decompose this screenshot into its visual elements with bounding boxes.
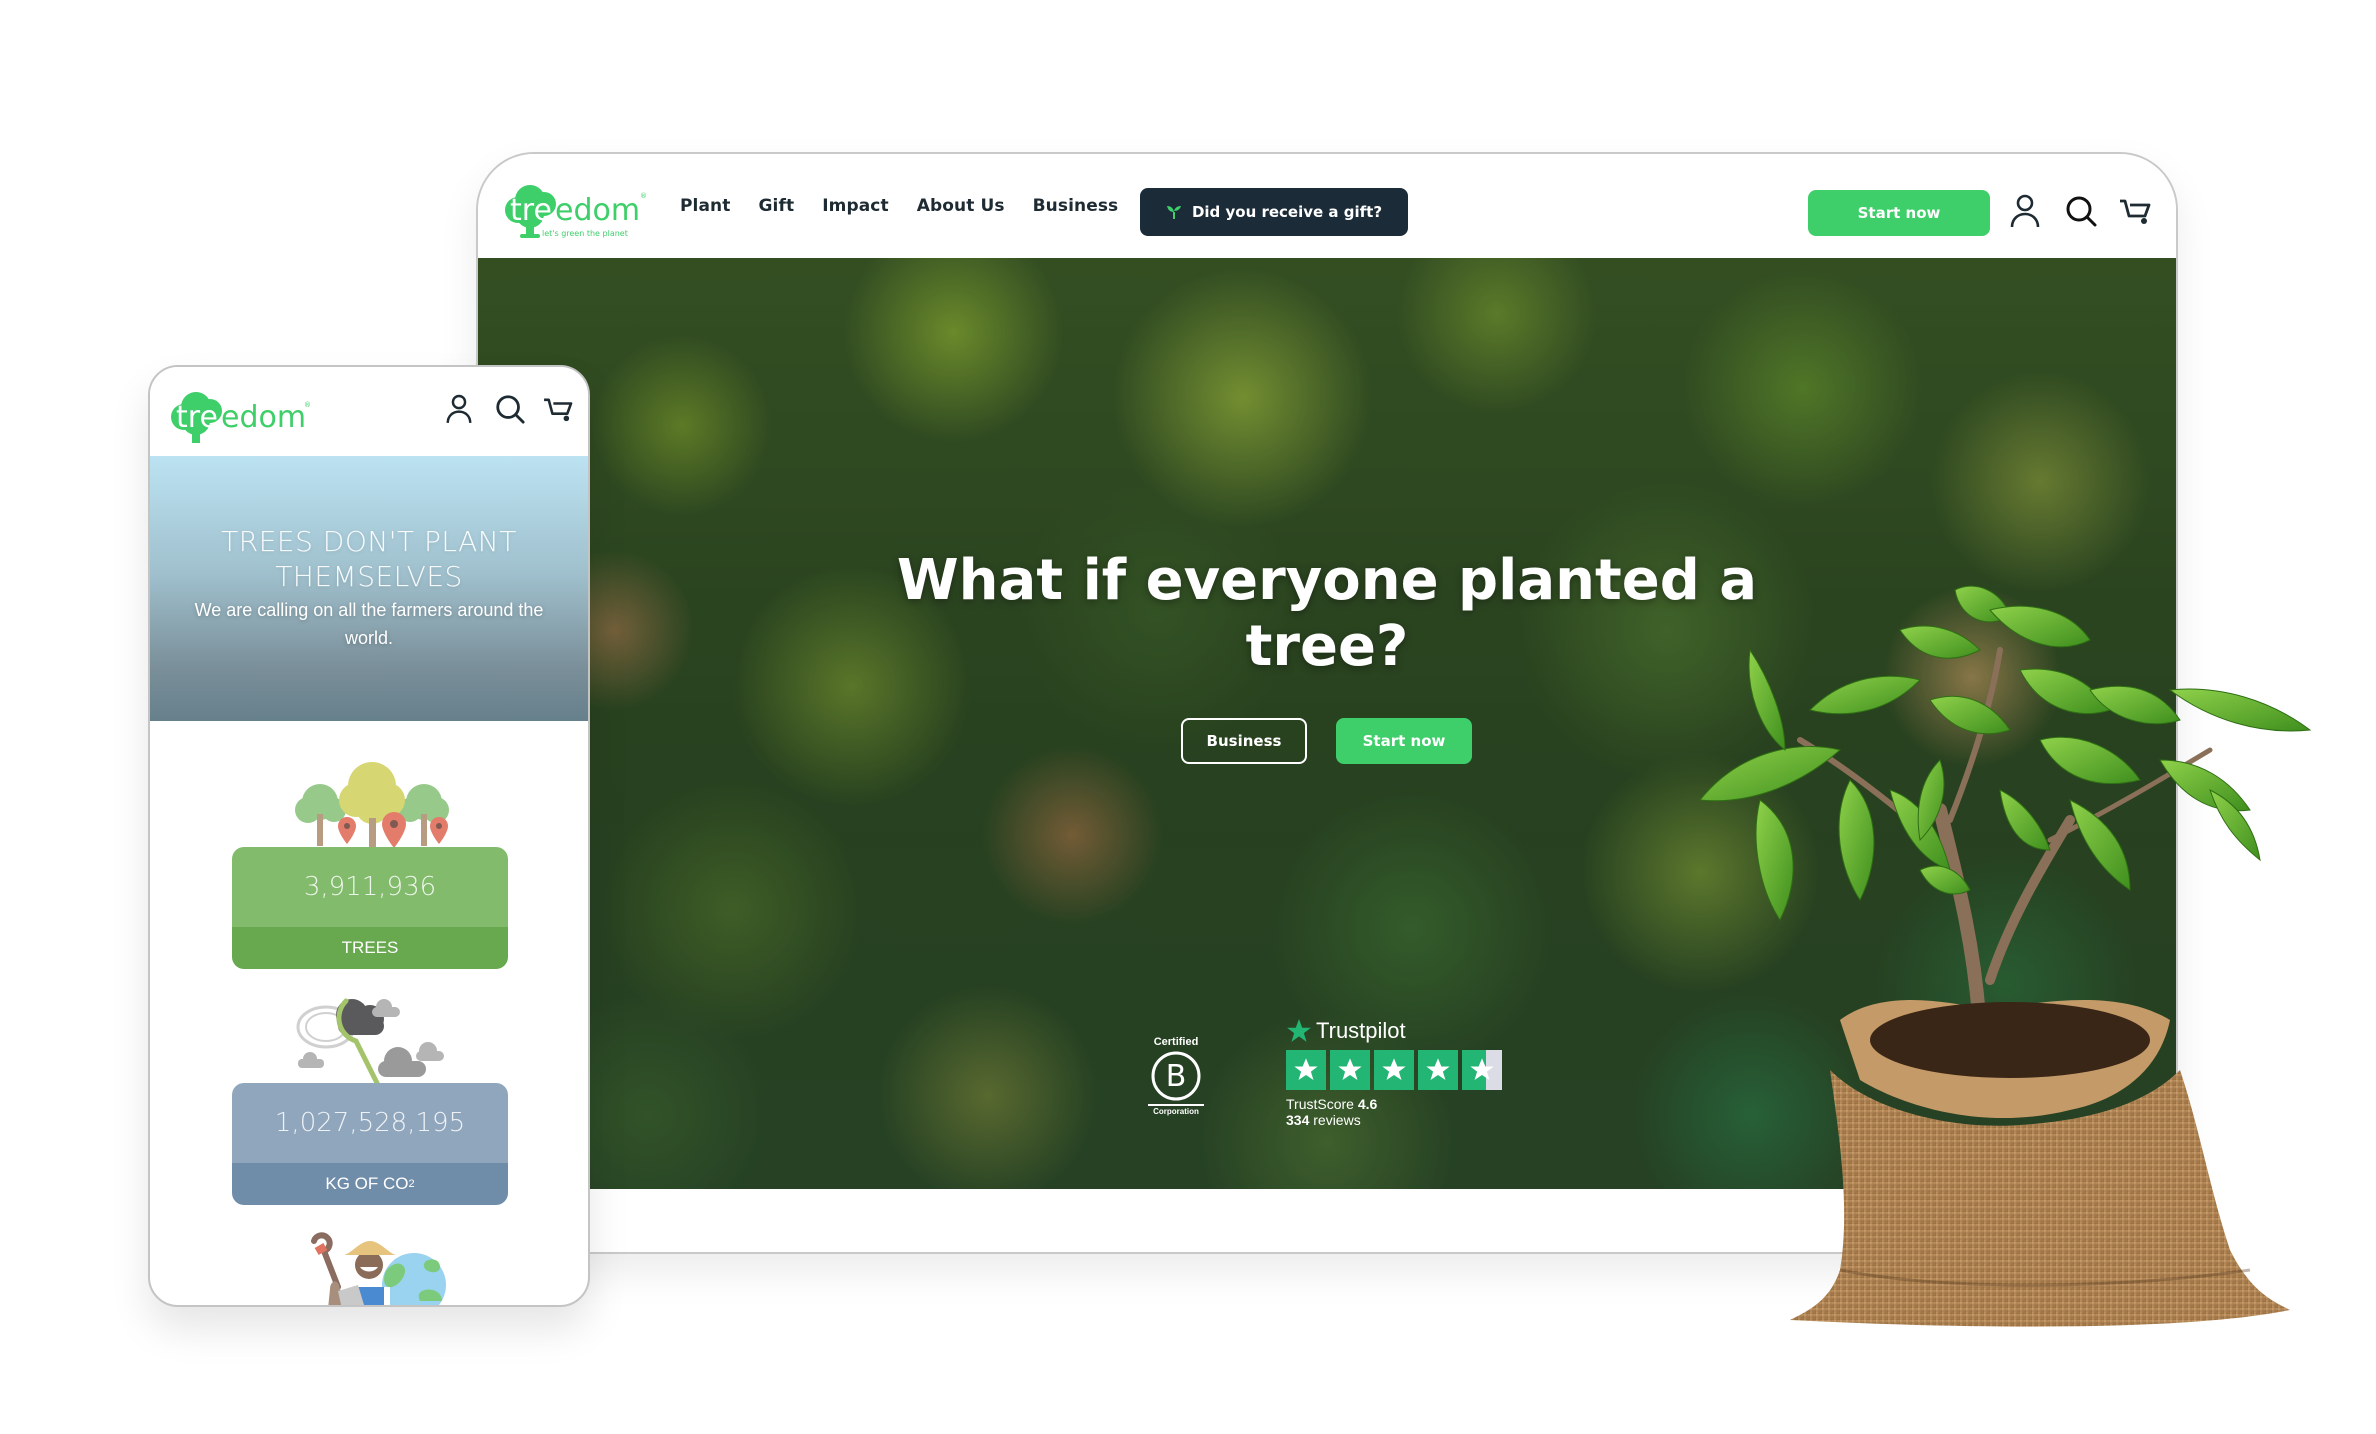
trustpilot-star-5: [1462, 1050, 1502, 1090]
star-icon: [1382, 1058, 1406, 1081]
search-icon[interactable]: [2064, 194, 2098, 228]
trustpilot-star-3: [1374, 1050, 1414, 1090]
hero-business-button[interactable]: Business: [1181, 718, 1307, 764]
showcase-stage: tre edom ® let's green the planet Plant …: [0, 0, 2376, 1434]
gift-button-label: Did you receive a gift?: [1191, 203, 1383, 221]
bcorp-certified: Certified: [1153, 1036, 1199, 1048]
nav-impact[interactable]: Impact: [822, 196, 888, 216]
user-icon[interactable]: [446, 393, 472, 425]
co2-clouds-illustration-icon: [296, 998, 444, 1087]
trustpilot-score: TrustScore 4.6 334 reviews: [1286, 1096, 1516, 1128]
trustpilot-widget[interactable]: Trustpilot TrustScore 4.6 334 reviews: [1286, 1018, 1516, 1138]
svg-text:let's green the planet: let's green the planet: [542, 229, 628, 238]
star-icon: [1426, 1058, 1450, 1081]
treedom-logo[interactable]: tre edom ® let's green the planet: [500, 180, 650, 242]
bcorp-logo-icon: B: [1151, 1051, 1201, 1101]
main-nav: Plant Gift Impact About Us Business: [680, 154, 1118, 258]
mobile-hero-subtitle: We are calling on all the farmers around…: [194, 600, 544, 648]
trees-illustration-icon: [295, 762, 449, 852]
bcorp-badge[interactable]: Certified B Corporation: [1148, 1036, 1204, 1122]
stat-trees-label: TREES: [232, 927, 508, 969]
svg-text:edom: edom: [555, 193, 640, 228]
mobile-hero-title: TREES DON'T PLANT THEMSELVES: [221, 525, 517, 593]
stat-card-trees: 3,911,936 TREES: [232, 847, 508, 969]
reviews-count: 334: [1286, 1112, 1310, 1128]
nav-business[interactable]: Business: [1033, 196, 1119, 216]
trustpilot-name: Trustpilot: [1316, 1018, 1406, 1043]
farmer-globe-illustration-icon: [311, 1232, 446, 1305]
search-icon[interactable]: [494, 393, 526, 425]
cart-icon[interactable]: [542, 397, 574, 423]
svg-text:®: ®: [640, 192, 647, 200]
trustpilot-star-1: [1286, 1050, 1326, 1090]
svg-text:®: ®: [304, 401, 310, 409]
svg-text:B: B: [1166, 1059, 1187, 1094]
user-icon[interactable]: [2010, 194, 2040, 228]
hero-start-now-button[interactable]: Start now: [1336, 718, 1472, 764]
sapling-sack-image: [1699, 585, 2312, 1327]
stat-card-co2: 1,027,528,195 KG OF CO 2: [232, 1083, 508, 1205]
treedom-logo[interactable]: tre edom ®: [166, 387, 310, 445]
stat-trees-value: 3,911,936: [232, 847, 508, 927]
trustpilot-brand: Trustpilot: [1286, 1018, 1516, 1044]
gift-button[interactable]: Did you receive a gift?: [1140, 188, 1408, 236]
mobile-mockup: tre edom ® TREES DON'T PLANT THEMSELVES …: [148, 365, 590, 1307]
trustscore-value: 4.6: [1357, 1096, 1378, 1112]
reviews-label: reviews: [1313, 1112, 1361, 1128]
nav-gift[interactable]: Gift: [759, 196, 795, 216]
stat-co2-label: KG OF CO 2: [232, 1163, 508, 1205]
star-icon: [1294, 1058, 1318, 1081]
svg-text:tre: tre: [176, 400, 218, 435]
nav-plant[interactable]: Plant: [680, 196, 731, 216]
nav-about-us[interactable]: About Us: [917, 196, 1005, 216]
trustscore-label: TrustScore: [1286, 1096, 1354, 1112]
star-icon: [1470, 1058, 1494, 1081]
star-icon: [1338, 1058, 1362, 1081]
svg-text:edom: edom: [221, 400, 306, 435]
trustpilot-rating: [1286, 1050, 1516, 1090]
mobile-header: tre edom ®: [150, 367, 588, 456]
start-now-button[interactable]: Start now: [1808, 190, 1990, 236]
trustpilot-star-icon: [1287, 1019, 1311, 1042]
desktop-header: tre edom ® let's green the planet Plant …: [478, 154, 2176, 258]
stat-co2-value: 1,027,528,195: [232, 1083, 508, 1163]
sprout-icon: [1166, 206, 1181, 219]
cart-icon[interactable]: [2118, 198, 2152, 226]
logo-tre: tre: [510, 193, 552, 228]
mobile-hero: TREES DON'T PLANT THEMSELVES We are call…: [150, 456, 588, 721]
trustpilot-star-4: [1418, 1050, 1458, 1090]
trustpilot-star-2: [1330, 1050, 1370, 1090]
bcorp-corporation: Corporation: [1148, 1104, 1204, 1116]
